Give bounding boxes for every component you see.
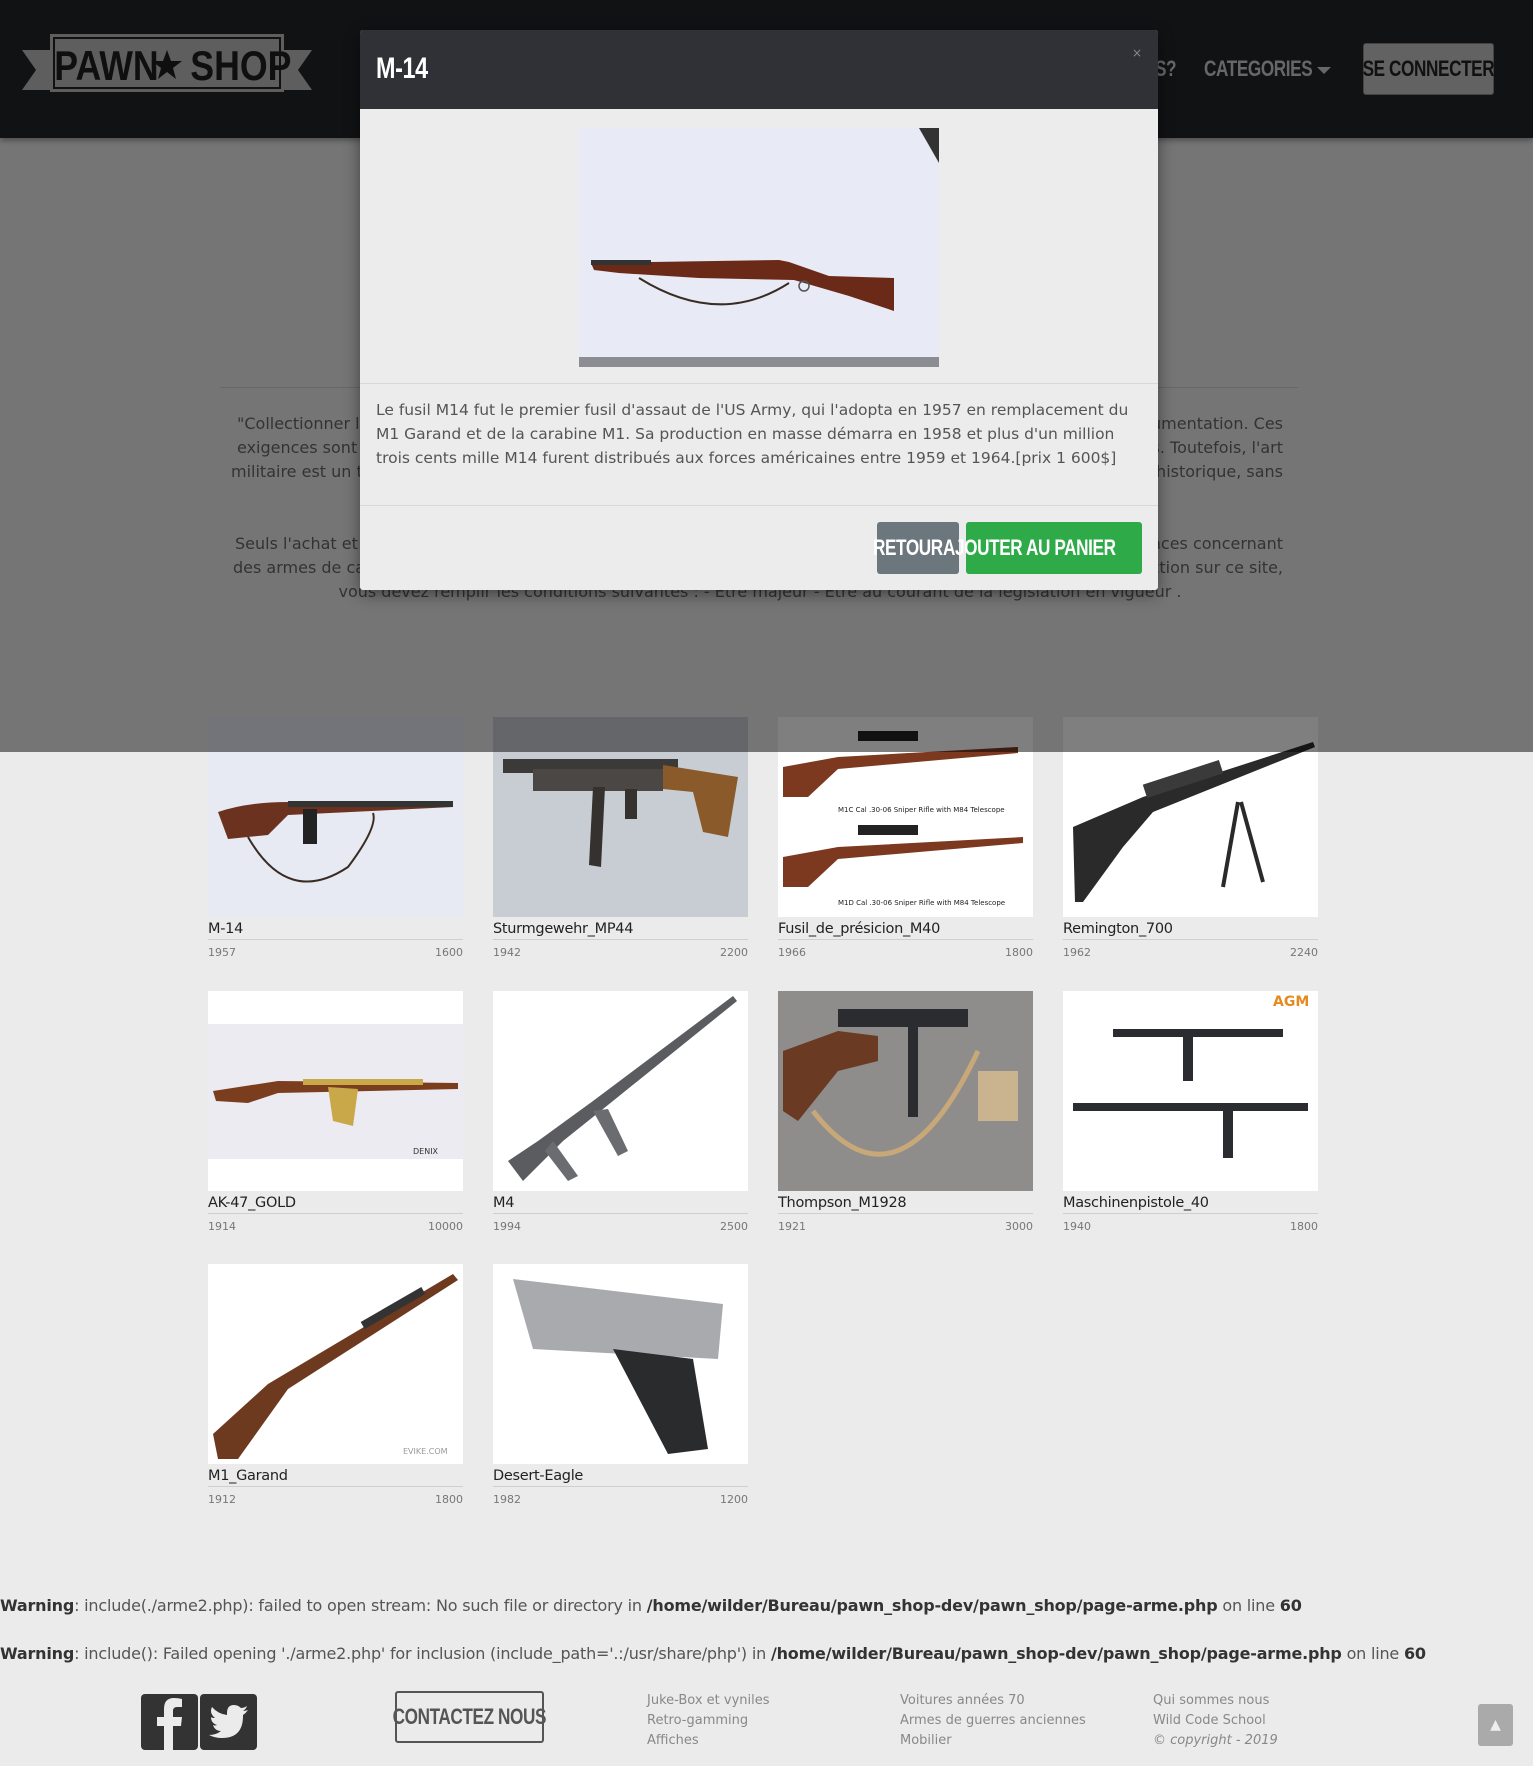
product-year: 1912 <box>208 1493 236 1506</box>
product-card[interactable]: M-14 1957 1600 <box>208 717 463 959</box>
m14-rifle-photo <box>579 128 939 367</box>
footer-column-2: Voitures années 70 Armes de guerres anci… <box>900 1691 1086 1751</box>
warning-path: /home/wilder/Bureau/pawn_shop-dev/pawn_s… <box>770 1644 1342 1663</box>
product-year: 1921 <box>778 1220 806 1233</box>
product-year: 1942 <box>493 946 521 959</box>
product-name[interactable]: Thompson_M1928 <box>778 1192 1033 1214</box>
warning-path: /home/wilder/Bureau/pawn_shop-dev/pawn_s… <box>646 1596 1218 1615</box>
ak-brand-label: DENIX <box>413 1147 439 1156</box>
product-price: 2200 <box>720 946 748 959</box>
product-name[interactable]: M1_Garand <box>208 1465 463 1487</box>
footer-link[interactable]: Qui sommes nous <box>1153 1691 1278 1711</box>
product-name[interactable]: Sturmgewehr_MP44 <box>493 918 748 940</box>
desert-eagle-image <box>493 1264 748 1464</box>
warning-on-line: on line <box>1217 1596 1280 1615</box>
add-to-cart-button[interactable]: AJOUTER AU PANIER <box>943 522 1142 574</box>
product-image[interactable]: EVIKE.COM <box>208 1264 463 1464</box>
footer-link[interactable]: Armes de guerres anciennes <box>900 1711 1086 1731</box>
product-card[interactable]: M1C Cal .30-06 Sniper Rifle with M84 Tel… <box>778 717 1033 959</box>
product-name[interactable]: M-14 <box>208 918 463 940</box>
footer-column-3: Qui sommes nous Wild Code School © copyr… <box>1153 1691 1278 1751</box>
modal-divider-top <box>360 383 1158 384</box>
modal-product-image <box>579 128 939 367</box>
copyright: © copyright - 2019 <box>1153 1733 1278 1748</box>
warning-on-line: on line <box>1341 1644 1404 1663</box>
product-card[interactable]: AGM Maschinenpistole_40 1940 1800 <box>1063 991 1318 1233</box>
footer-link[interactable]: Juke-Box et vyniles <box>647 1691 770 1711</box>
product-price: 2500 <box>720 1220 748 1233</box>
m4-rifle-image <box>493 991 748 1191</box>
product-card[interactable]: EVIKE.COM M1_Garand 1912 1800 <box>208 1264 463 1506</box>
product-image[interactable] <box>778 991 1033 1191</box>
footer-link[interactable]: Wild Code School <box>1153 1711 1278 1731</box>
product-price: 2240 <box>1290 946 1318 959</box>
garand-brand-label: EVIKE.COM <box>403 1447 448 1456</box>
add-to-cart-label: AJOUTER AU PANIER <box>943 535 1116 560</box>
footer-link[interactable]: Mobilier <box>900 1731 1086 1751</box>
footer-link[interactable]: Voitures années 70 <box>900 1691 1086 1711</box>
product-image[interactable] <box>493 991 748 1191</box>
product-name[interactable]: Remington_700 <box>1063 918 1318 940</box>
mp40-brand-label: AGM <box>1273 994 1309 1010</box>
footer-link[interactable]: Affiches <box>647 1731 770 1751</box>
product-price: 1600 <box>435 946 463 959</box>
back-to-top-button[interactable]: ▲ <box>1478 1704 1513 1746</box>
warning-line-number: 60 <box>1279 1596 1302 1615</box>
warning-message: : include(./arme2.php): failed to open s… <box>74 1596 647 1615</box>
facebook-icon[interactable] <box>141 1694 198 1750</box>
product-name[interactable]: Maschinenpistole_40 <box>1063 1192 1318 1214</box>
php-warning: Warning: include(./arme2.php): failed to… <box>0 1596 1302 1615</box>
product-name[interactable]: AK-47_GOLD <box>208 1192 463 1214</box>
product-price: 10000 <box>428 1220 463 1233</box>
warning-label: Warning <box>0 1596 75 1615</box>
thompson-image <box>778 991 1033 1191</box>
footer-column-1: Juke-Box et vyniles Retro-gamming Affich… <box>647 1691 770 1751</box>
product-price: 1200 <box>720 1493 748 1506</box>
product-year: 1994 <box>493 1220 521 1233</box>
product-year: 1966 <box>778 946 806 959</box>
product-year: 1982 <box>493 1493 521 1506</box>
product-card[interactable]: DENIX AK-47_GOLD 1914 10000 <box>208 991 463 1233</box>
product-year: 1957 <box>208 946 236 959</box>
contact-button[interactable]: CONTACTEZ NOUS <box>392 1691 547 1743</box>
close-icon[interactable]: × <box>1132 46 1142 60</box>
product-modal: M-14 × Le fusil M14 fut le premier fusil… <box>360 30 1158 590</box>
product-name[interactable]: Fusil_de_présicion_M40 <box>778 918 1033 940</box>
m40-caption-bottom: M1D Cal .30-06 Sniper Rifle with M84 Tel… <box>838 899 1005 907</box>
product-name[interactable]: M4 <box>493 1192 748 1214</box>
warning-line-number: 60 <box>1403 1644 1426 1663</box>
modal-header: M-14 × <box>360 30 1158 109</box>
m40-caption-top: M1C Cal .30-06 Sniper Rifle with M84 Tel… <box>838 806 1005 814</box>
product-image[interactable] <box>493 1264 748 1464</box>
product-price: 1800 <box>435 1493 463 1506</box>
footer-link[interactable]: Retro-gamming <box>647 1711 770 1731</box>
warning-label: Warning <box>0 1644 75 1663</box>
product-year: 1940 <box>1063 1220 1091 1233</box>
back-button-label: RETOUR <box>873 535 944 560</box>
product-card[interactable]: M4 1994 2500 <box>493 991 748 1233</box>
modal-divider-bottom <box>360 505 1158 506</box>
product-image[interactable]: AGM <box>1063 991 1318 1191</box>
product-price: 1800 <box>1290 1220 1318 1233</box>
contact-button-label: CONTACTEZ NOUS <box>392 1704 547 1729</box>
twitter-icon[interactable] <box>200 1694 257 1750</box>
warning-message: : include(): Failed opening './arme2.php… <box>74 1644 771 1663</box>
product-card[interactable]: Thompson_M1928 1921 3000 <box>778 991 1033 1233</box>
ak47-gold-image: DENIX <box>208 991 463 1191</box>
modal-title: M-14 <box>376 52 428 85</box>
product-card[interactable]: Remington_700 1962 2240 <box>1063 717 1318 959</box>
product-image[interactable]: DENIX <box>208 991 463 1191</box>
product-year: 1962 <box>1063 946 1091 959</box>
product-price: 1800 <box>1005 946 1033 959</box>
arrow-up-icon: ▲ <box>1490 1717 1501 1733</box>
product-card[interactable]: Sturmgewehr_MP44 1942 2200 <box>493 717 748 959</box>
php-warning: Warning: include(): Failed opening './ar… <box>0 1644 1426 1663</box>
modal-description: Le fusil M14 fut le premier fusil d'assa… <box>376 401 1129 467</box>
product-price: 3000 <box>1005 1220 1033 1233</box>
mp40-image: AGM <box>1063 991 1318 1191</box>
product-card[interactable]: Desert-Eagle 1982 1200 <box>493 1264 748 1506</box>
product-name[interactable]: Desert-Eagle <box>493 1465 748 1487</box>
product-year: 1914 <box>208 1220 236 1233</box>
m1-garand-image: EVIKE.COM <box>208 1264 463 1464</box>
